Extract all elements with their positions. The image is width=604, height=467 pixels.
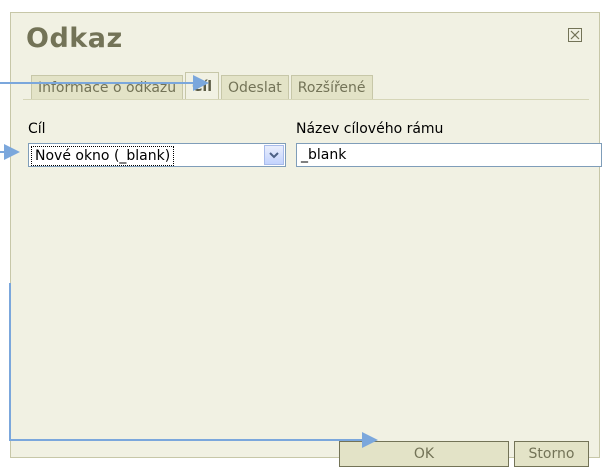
arrow-to-ok-button [9, 283, 378, 448]
annotation-arrows [0, 75, 378, 448]
